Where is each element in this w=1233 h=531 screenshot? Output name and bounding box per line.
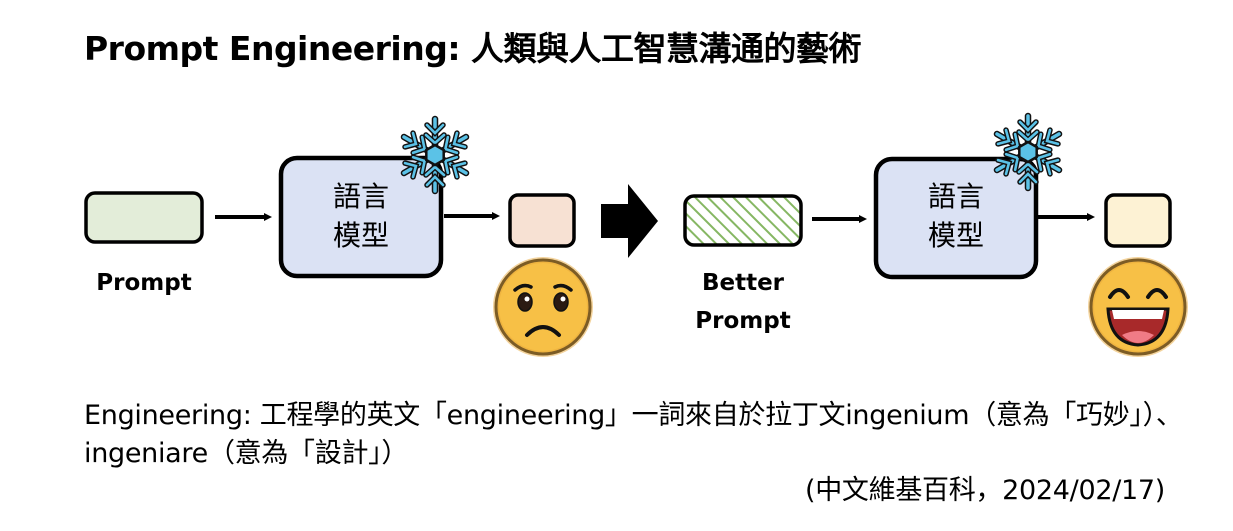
transition-arrow — [601, 184, 658, 258]
better-prompt-label: Prompt — [695, 308, 790, 334]
sad-face-icon — [493, 257, 593, 357]
language-model-box-2 — [873, 156, 1039, 280]
model-label-line1: 語言 — [333, 180, 389, 213]
prompt-box — [84, 191, 204, 244]
language-model-box — [278, 155, 444, 279]
better-prompt-box — [683, 194, 803, 247]
output-box-sad — [508, 193, 576, 248]
model-label-line2-2: 模型 — [928, 219, 984, 252]
engineering-etymology-text: Engineering: 工程學的英文「engineering」一詞來自於拉丁文… — [84, 400, 1183, 469]
model-label-line1-2: 語言 — [928, 180, 984, 213]
citation: (中文維基百科，2024/02/17) — [805, 475, 1165, 506]
laughing-face-icon — [1088, 257, 1188, 357]
output-box-happy — [1104, 193, 1172, 248]
better-label: Better — [702, 270, 785, 296]
model-label-line2: 模型 — [333, 219, 389, 252]
prompt-label: Prompt — [96, 270, 191, 296]
